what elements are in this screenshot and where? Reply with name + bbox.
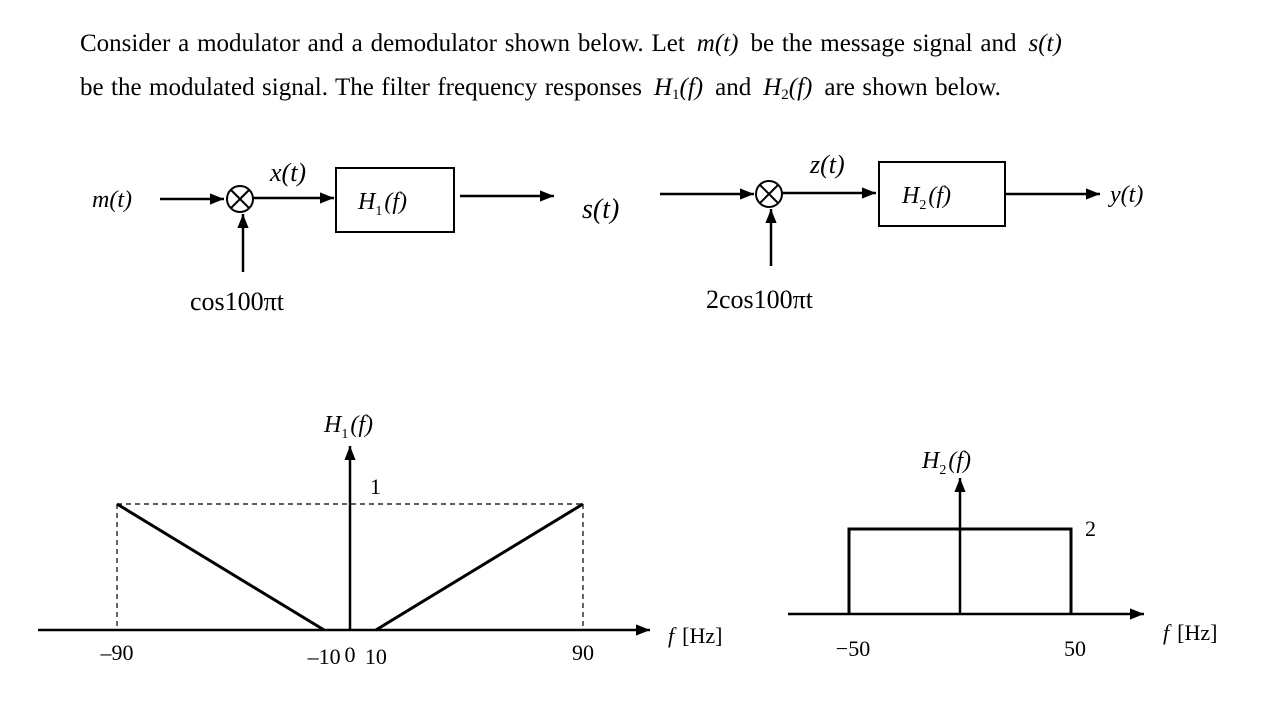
diagram-canvas: m(t) cos100πt x(t) H1(f) s(t) 2cos100πt …	[38, 150, 1217, 669]
mixer-1-icon	[226, 185, 254, 213]
demod-output-label: y(t)	[1108, 182, 1143, 208]
h1-frequency-response-chart: –90 –10 0 10 90 H1(f) 1 f [Hz]	[38, 412, 722, 669]
h1-chart-title: H1(f)	[323, 412, 373, 442]
h2-x-axis-label: f [Hz]	[1163, 620, 1217, 645]
mixer-2-output-label: z(t)	[809, 150, 845, 179]
filter-h2-box-label: H2(f)	[901, 183, 951, 213]
filter-h1-box-label: H1(f)	[357, 189, 407, 219]
h1-tick-label: –90	[100, 640, 134, 665]
carrier-2-label: 2cos100πt	[706, 285, 814, 314]
h1-tick-label: 10	[365, 644, 387, 669]
h1-tick-label: 90	[572, 640, 594, 665]
h2-frequency-response-chart: −50 50 H2(f) 2 f [Hz]	[788, 448, 1217, 661]
modulator-block-diagram: m(t) cos100πt x(t) H1(f) s(t)	[92, 158, 619, 316]
h2-level-label: 2	[1085, 516, 1096, 541]
h1-peak-label: 1	[370, 474, 381, 499]
mixer-1-output-label: x(t)	[269, 158, 306, 187]
h2-tick-label: 50	[1064, 636, 1086, 661]
mixer-2-icon	[755, 180, 783, 208]
modulated-output-label: s(t)	[582, 194, 619, 225]
demodulator-block-diagram: 2cos100πt z(t) H2(f) y(t)	[660, 150, 1143, 314]
h1-tick-label: 0	[345, 642, 356, 667]
h2-tick-label: −50	[836, 636, 870, 661]
h1-response-segment	[116, 502, 325, 632]
h1-x-axis-label: f [Hz]	[668, 623, 722, 648]
carrier-1-label: cos100πt	[190, 287, 285, 316]
h2-chart-title: H2(f)	[921, 448, 971, 478]
h1-tick-label: –10	[307, 644, 341, 669]
input-message-label: m(t)	[92, 187, 132, 213]
h1-response-segment	[375, 502, 584, 632]
